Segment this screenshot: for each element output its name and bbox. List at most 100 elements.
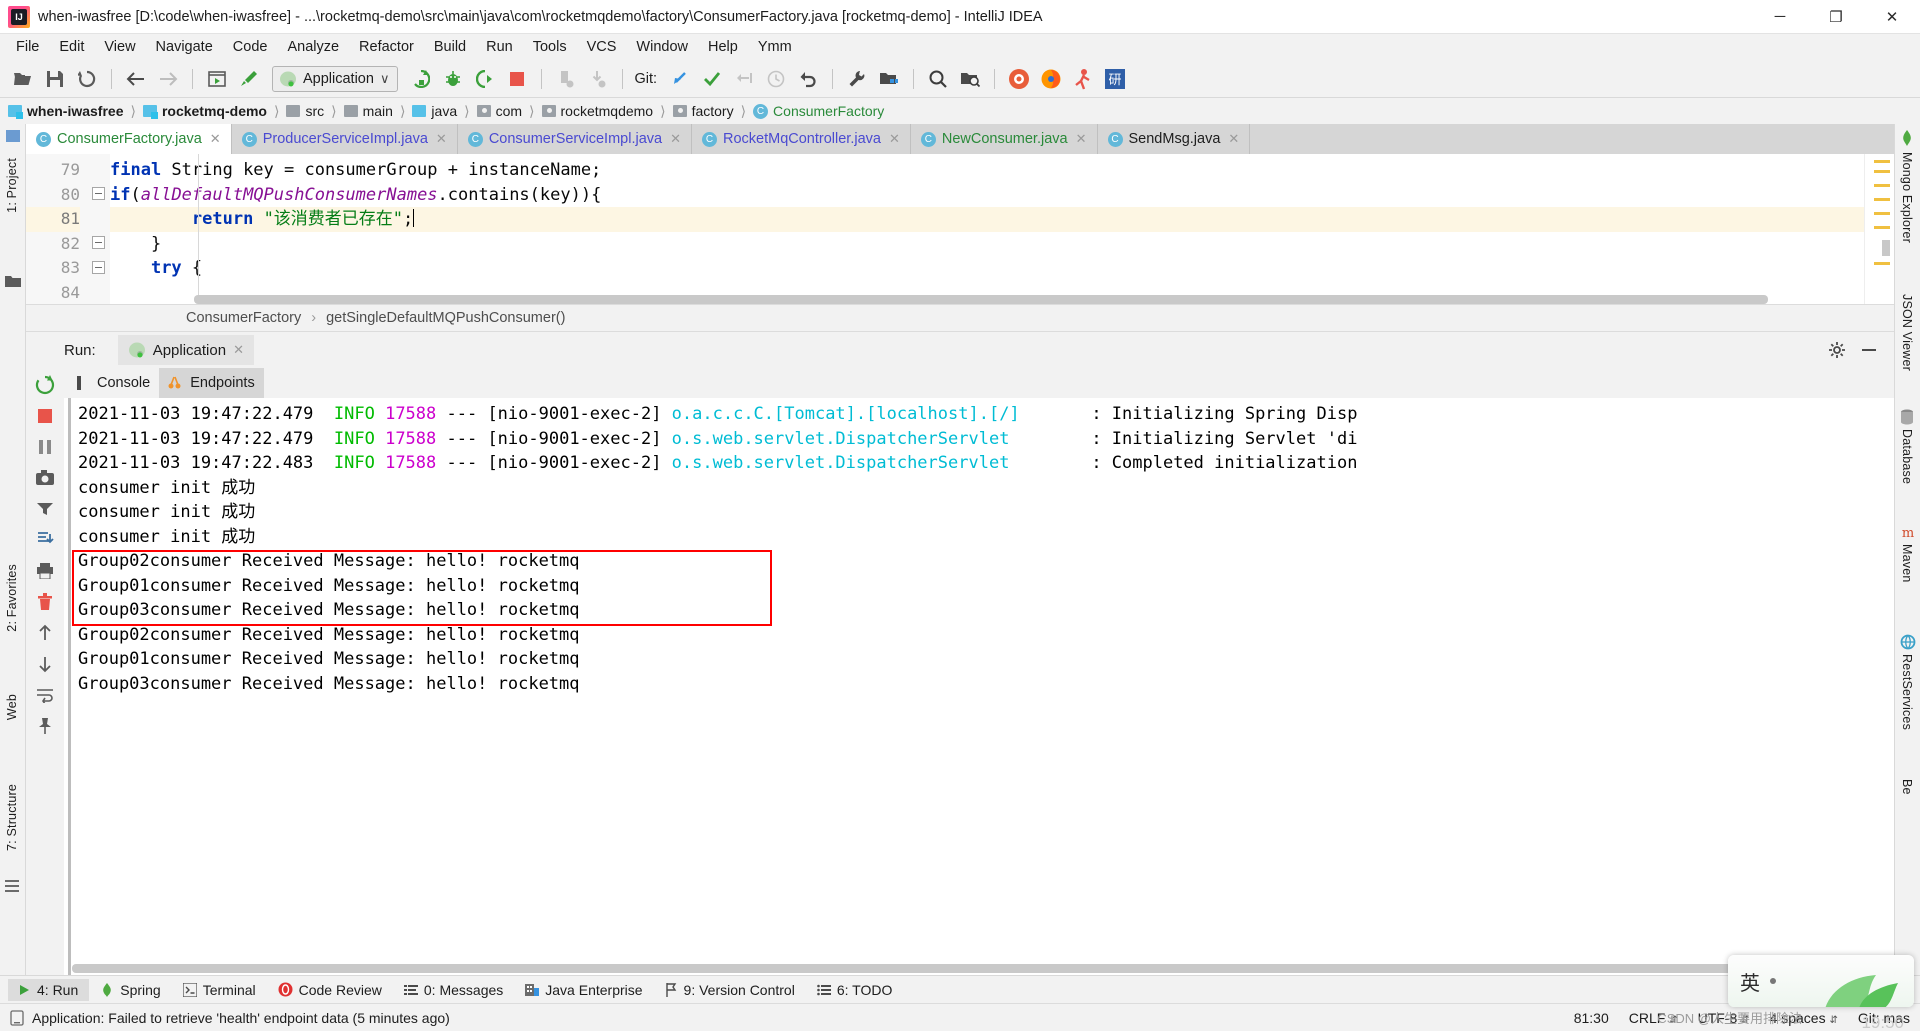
menu-window[interactable]: Window — [626, 37, 698, 57]
breadcrumb-item-main[interactable]: main — [343, 103, 393, 119]
breadcrumb-item-com[interactable]: com — [476, 103, 522, 119]
open-folder-icon[interactable] — [8, 65, 38, 93]
close-icon[interactable]: ✕ — [210, 131, 221, 147]
console-horizontal-scrollbar[interactable] — [72, 964, 1884, 973]
editor-tab-consumerfactory[interactable]: C ConsumerFactory.java ✕ — [26, 124, 232, 154]
wrench-settings-icon[interactable] — [842, 65, 872, 93]
close-icon[interactable]: ✕ — [436, 131, 447, 147]
editor-tab-rocketmqcontroller[interactable]: C RocketMqController.java ✕ — [691, 124, 911, 154]
save-all-icon[interactable] — [40, 65, 70, 93]
run-with-coverage-icon[interactable] — [470, 65, 500, 93]
camera-icon[interactable] — [33, 467, 57, 489]
debug-icon[interactable] — [438, 65, 468, 93]
tool-window-version-control[interactable]: 9: Version Control — [654, 979, 806, 1001]
menu-vcs[interactable]: VCS — [577, 37, 627, 57]
sidebar-item-project[interactable]: 1: Project — [5, 158, 19, 213]
status-message[interactable]: Application: Failed to retrieve 'health'… — [32, 1010, 450, 1026]
editor-tab-producerserviceimpl[interactable]: C ProducerServiceImpl.java ✕ — [231, 124, 458, 154]
filter-icon[interactable] — [33, 498, 57, 520]
gear-icon[interactable] — [1828, 341, 1846, 359]
down-arrow-icon[interactable] — [33, 653, 57, 675]
menu-tools[interactable]: Tools — [523, 37, 577, 57]
fold-marker-icon[interactable] — [92, 261, 105, 274]
stop-icon[interactable] — [502, 65, 532, 93]
menu-analyze[interactable]: Analyze — [277, 37, 349, 57]
menu-edit[interactable]: Edit — [49, 37, 94, 57]
menu-code[interactable]: Code — [223, 37, 278, 57]
sidebar-item-database[interactable]: Database — [1900, 429, 1914, 484]
sidebar-item-maven[interactable]: Maven — [1900, 544, 1914, 583]
menu-help[interactable]: Help — [698, 37, 748, 57]
menu-build[interactable]: Build — [424, 37, 476, 57]
up-arrow-icon[interactable] — [33, 622, 57, 644]
menu-ymm[interactable]: Ymm — [748, 37, 802, 57]
tool-window-todo[interactable]: 6: TODO — [806, 979, 904, 1001]
sidebar-item-be[interactable]: Be — [1900, 779, 1914, 795]
editor-tab-sendmsg[interactable]: C SendMsg.java ✕ — [1097, 124, 1251, 154]
breadcrumb-item-module[interactable]: rocketmq-demo — [142, 103, 267, 119]
run-icon[interactable] — [406, 65, 436, 93]
breadcrumb-item-java[interactable]: java — [412, 103, 457, 119]
maven-plugin-icon[interactable] — [1004, 65, 1034, 93]
hammer-build-icon[interactable] — [234, 65, 264, 93]
sidebar-item-json-viewer[interactable]: JSON Viewer — [1900, 294, 1914, 371]
search-structure-icon[interactable] — [955, 65, 985, 93]
firefox-icon[interactable] — [1036, 65, 1066, 93]
close-icon[interactable]: ✕ — [889, 131, 900, 147]
menu-file[interactable]: File — [6, 37, 49, 57]
editor-tab-newconsumer[interactable]: C NewConsumer.java ✕ — [910, 124, 1098, 154]
run-configuration-selector[interactable]: Application ∨ — [272, 65, 399, 92]
fold-marker-icon[interactable] — [92, 236, 105, 249]
runner-icon[interactable] — [1068, 65, 1098, 93]
minimize-button[interactable]: ─ — [1752, 0, 1808, 34]
editor-horizontal-scrollbar[interactable] — [194, 295, 1834, 304]
tool-window-terminal[interactable]: Terminal — [172, 979, 267, 1001]
fold-marker-icon[interactable] — [92, 187, 105, 200]
breadcrumb-method-name[interactable]: getSingleDefaultMQPushConsumer() — [326, 310, 565, 326]
breadcrumb-class-name[interactable]: ConsumerFactory — [186, 310, 301, 326]
close-icon[interactable]: ✕ — [1076, 131, 1087, 147]
chinese-plugin-icon[interactable]: 研 — [1100, 65, 1130, 93]
build-project-icon[interactable] — [202, 65, 232, 93]
ime-indicator-popup[interactable]: 英 — [1728, 955, 1914, 1007]
sidebar-item-mongo-explorer[interactable]: Mongo Explorer — [1900, 152, 1914, 243]
caret-position[interactable]: 81:30 — [1574, 1010, 1609, 1026]
menu-run[interactable]: Run — [476, 37, 523, 57]
sidebar-item-web[interactable]: Web — [5, 694, 19, 720]
console-tab-console[interactable]: Console — [68, 368, 159, 398]
minimize-icon[interactable] — [1860, 341, 1878, 359]
git-update-project-icon[interactable] — [665, 65, 695, 93]
git-commit-icon[interactable] — [697, 65, 727, 93]
git-rollback-icon[interactable] — [793, 65, 823, 93]
tool-window-code-review[interactable]: Code Review — [267, 979, 393, 1001]
breadcrumb-item-src[interactable]: src — [286, 103, 324, 119]
pin-icon[interactable] — [33, 715, 57, 737]
trash-icon[interactable] — [33, 591, 57, 613]
close-icon[interactable]: ✕ — [1228, 131, 1239, 147]
breadcrumb-item-rocketmqdemo[interactable]: rocketmqdemo — [541, 103, 653, 119]
editor-code-text[interactable]: final String key = consumerGroup + insta… — [110, 154, 1864, 304]
synchronize-icon[interactable] — [72, 65, 102, 93]
breadcrumb-item-project[interactable]: when-iwasfree — [8, 103, 123, 119]
sidebar-item-favorites[interactable]: 2: Favorites — [5, 564, 19, 632]
tool-window-messages[interactable]: 0: Messages — [393, 979, 514, 1001]
menu-refactor[interactable]: Refactor — [349, 37, 424, 57]
sidebar-item-structure[interactable]: 7: Structure — [5, 784, 19, 851]
tool-window-java-enterprise[interactable]: Java Enterprise — [514, 979, 653, 1001]
pause-icon[interactable] — [33, 436, 57, 458]
run-tab-application[interactable]: Application ✕ — [117, 335, 254, 365]
rerun-icon[interactable] — [33, 374, 57, 396]
editor-tab-consumerserviceimpl[interactable]: C ConsumerServiceImpl.java ✕ — [457, 124, 692, 154]
editor-fold-column[interactable] — [88, 154, 110, 304]
scroll-to-end-icon[interactable] — [33, 529, 57, 551]
navigate-back-icon[interactable] — [121, 65, 151, 93]
print-icon[interactable] — [33, 560, 57, 582]
sidebar-item-restservices[interactable]: RestServices — [1900, 654, 1914, 730]
chevron-down-icon[interactable]: ∨ — [380, 71, 390, 87]
tool-window-run[interactable]: 4: Run — [8, 978, 90, 1001]
stop-red-icon[interactable] — [33, 405, 57, 427]
project-structure-icon[interactable] — [874, 65, 904, 93]
maximize-button[interactable]: ❐ — [1808, 0, 1864, 34]
code-editor[interactable]: 79 80 81 82 83 84 final String key = con… — [26, 154, 1894, 304]
console-output[interactable]: 2021-11-03 19:47:22.479 INFO 17588 --- [… — [64, 398, 1894, 975]
